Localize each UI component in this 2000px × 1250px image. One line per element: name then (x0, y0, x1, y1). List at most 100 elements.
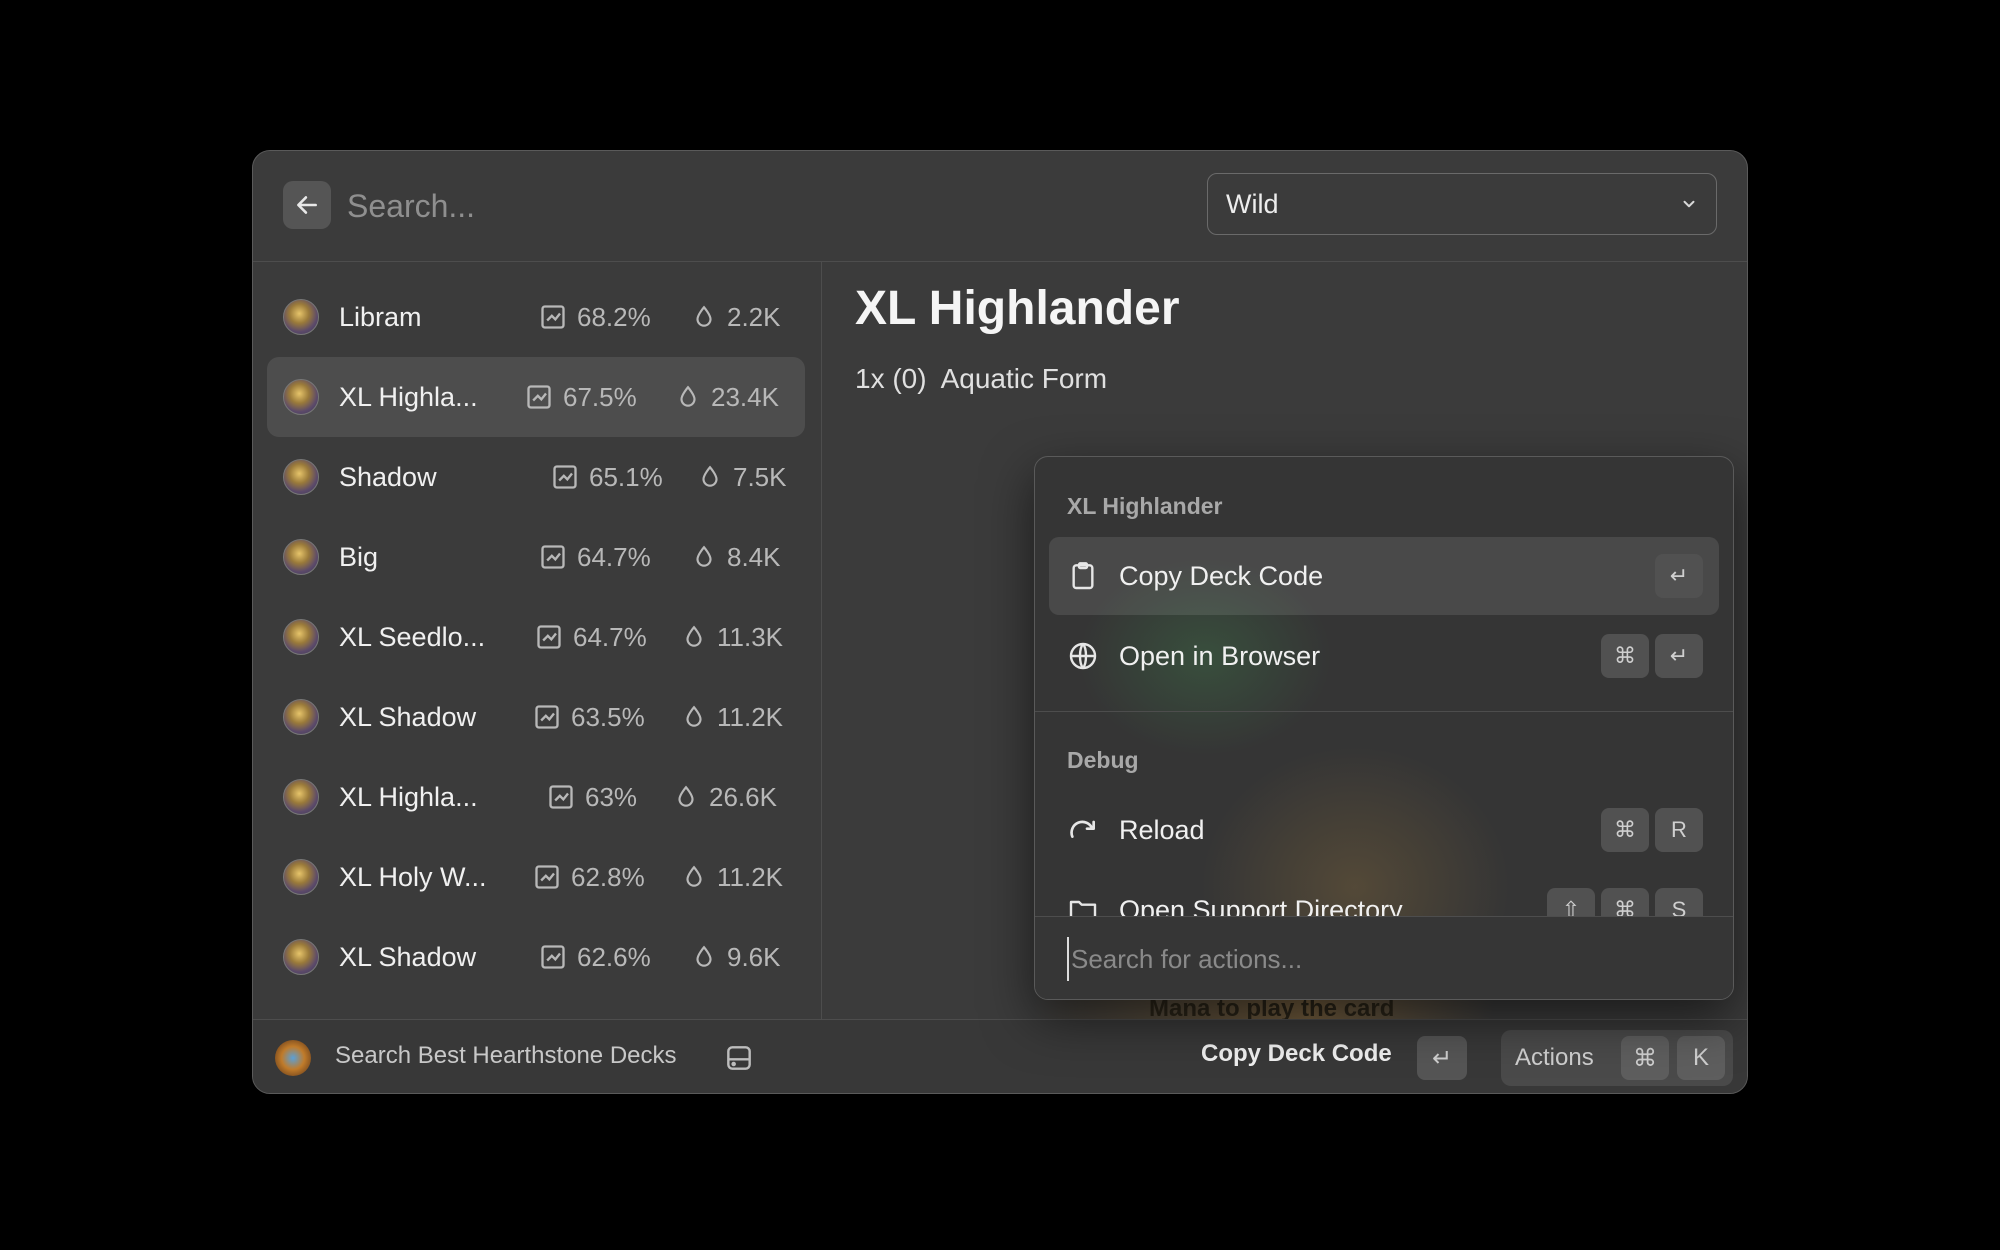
actions-button[interactable]: Actions ⌘ K (1501, 1030, 1733, 1086)
detail-title: XL Highlander (855, 282, 1180, 335)
drop-icon (702, 465, 718, 487)
drop-icon (686, 705, 702, 727)
deck-name: Shadow (339, 461, 437, 492)
winrate-stat: 63% (547, 782, 637, 813)
games-stat: 11.2K (681, 862, 783, 893)
open-in-browser-action[interactable]: Open in Browser ⌘ ↵ (1049, 617, 1719, 695)
winrate-stat: 63.5% (533, 702, 645, 733)
reload-action[interactable]: Reload ⌘ R (1049, 791, 1719, 869)
chart-icon (541, 305, 565, 329)
command-key: ⌘ (1601, 634, 1649, 678)
games-stat: 2.2K (691, 302, 781, 333)
games-stat: 11.2K (681, 702, 783, 733)
list-item[interactable]: XL Seedlo... 64.7% 11.3K (267, 597, 805, 677)
games-stat: 7.5K (697, 462, 787, 493)
enter-key: ↵ (1655, 554, 1703, 598)
games-stat: 26.6K (673, 782, 777, 813)
copy-deck-code-action[interactable]: Copy Deck Code ↵ (1049, 537, 1719, 615)
globe-icon (1067, 640, 1099, 672)
list-item[interactable]: XL Highla... 63% 26.6K (267, 757, 805, 837)
r-key: R (1655, 808, 1703, 852)
deck-name: Big (339, 541, 379, 572)
format-dropdown[interactable]: Wild (1207, 173, 1717, 235)
actions-label: Actions (1515, 1044, 1594, 1071)
drop-icon (686, 625, 702, 647)
winrate-stat: 64.7% (539, 542, 651, 573)
chart-icon (541, 545, 565, 569)
chart-icon (535, 705, 559, 729)
section-title: Debug (1067, 747, 1139, 773)
games-stat: 9.6K (691, 942, 781, 973)
winrate-stat: 62.8% (533, 862, 645, 893)
deck-name: XL Holy W... (339, 861, 487, 892)
hero-avatar (283, 779, 319, 815)
deck-name: XL Highla... (339, 381, 478, 412)
command-key: ⌘ (1601, 808, 1649, 852)
list-item[interactable]: Shadow 65.1% 7.5K (267, 437, 805, 517)
hero-avatar (283, 619, 319, 655)
divider (1035, 711, 1733, 712)
drop-icon (696, 305, 712, 327)
hero-avatar (283, 539, 319, 575)
hero-avatar (283, 939, 319, 975)
k-key: K (1677, 1036, 1725, 1080)
actions-popover: XL Highlander Copy Deck Code ↵ Open in B… (1034, 456, 1734, 1000)
hero-avatar (283, 379, 319, 415)
list-item[interactable]: XL Holy W... 62.8% 11.2K (267, 837, 805, 917)
chart-icon (553, 465, 577, 489)
hero-avatar (283, 299, 319, 335)
header: Wild (253, 151, 1747, 262)
extension-name: Search Best Hearthstone Decks (335, 1042, 677, 1069)
drop-icon (686, 865, 702, 887)
reload-icon (1067, 814, 1099, 846)
enter-key: ↵ (1655, 634, 1703, 678)
games-stat: 8.4K (691, 542, 781, 573)
clipboard-icon (1067, 560, 1099, 592)
drop-icon (678, 785, 694, 807)
winrate-stat: 67.5% (525, 382, 637, 413)
action-search-bar (1035, 916, 1733, 999)
list-item[interactable]: Libram 68.2% 2.2K (267, 277, 805, 357)
chevron-down-icon (1680, 195, 1698, 213)
winrate-stat: 64.7% (535, 622, 647, 653)
chart-icon (549, 785, 573, 809)
chart-icon (535, 865, 559, 889)
chart-icon (537, 625, 561, 649)
card-line: 1x (0) Aquatic Form (855, 363, 1108, 394)
games-stat: 23.4K (675, 382, 779, 413)
search-input[interactable] (345, 177, 1049, 235)
drop-icon (696, 545, 712, 567)
command-key: ⌘ (1621, 1036, 1669, 1080)
primary-action-key: ↵ (1417, 1036, 1467, 1080)
section-title: XL Highlander (1067, 493, 1223, 519)
hero-avatar (283, 859, 319, 895)
action-search-input[interactable] (1067, 937, 1693, 981)
list-item[interactable]: Big 64.7% 8.4K (267, 517, 805, 597)
arrow-left-icon (297, 196, 317, 214)
drop-icon (680, 385, 696, 407)
games-stat: 11.3K (681, 622, 783, 653)
list-item[interactable]: XL Shadow 63.5% 11.2K (267, 677, 805, 757)
dropdown-value: Wild (1226, 188, 1279, 219)
deck-name: XL Seedlo... (339, 621, 486, 652)
deck-name: XL Shadow (339, 701, 477, 732)
winrate-stat: 65.1% (551, 462, 663, 493)
drop-icon (696, 945, 712, 967)
hero-avatar (283, 699, 319, 735)
hearthstone-logo-icon (275, 1040, 311, 1076)
drive-icon (723, 1042, 755, 1079)
list-item[interactable]: XL Highla... 67.5% 23.4K (267, 357, 805, 437)
primary-action-label[interactable]: Copy Deck Code (1201, 1040, 1392, 1068)
deck-name: Libram (339, 301, 422, 332)
chart-icon (541, 945, 565, 969)
chart-icon (527, 385, 551, 409)
back-button[interactable] (283, 181, 331, 229)
deck-name: XL Shadow (339, 941, 477, 972)
winrate-stat: 68.2% (539, 302, 651, 333)
footer-bar: Search Best Hearthstone Decks Copy Deck … (253, 1019, 1747, 1093)
list-item[interactable]: XL Shadow 62.6% 9.6K (267, 917, 805, 997)
deck-name: XL Highla... (339, 781, 478, 812)
hero-avatar (283, 459, 319, 495)
deck-list: Libram 68.2% 2.2K XL Highla... 67.5% 23.… (253, 261, 822, 1019)
winrate-stat: 62.6% (539, 942, 651, 973)
